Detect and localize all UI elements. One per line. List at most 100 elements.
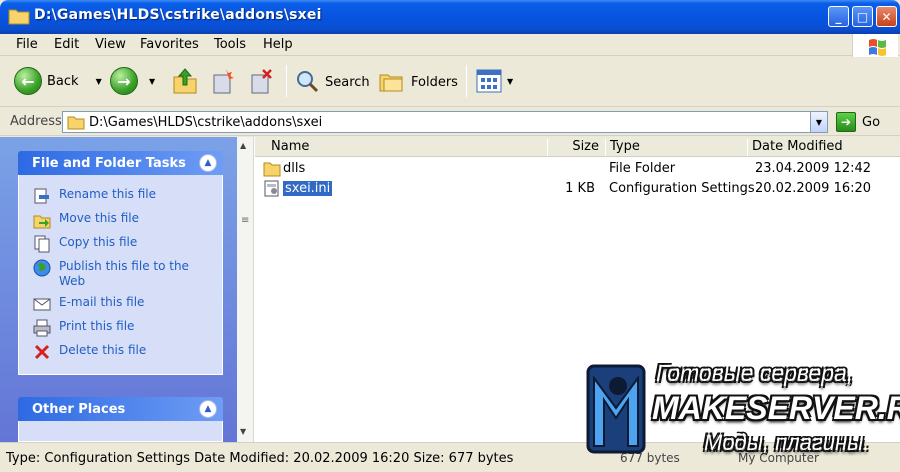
file-tasks-title: File and Folder Tasks [32, 156, 186, 171]
task-label: Delete this file [59, 343, 147, 357]
task-pane: File and Folder Tasks ▲ Rename this file… [0, 137, 237, 442]
menu-tools[interactable]: Tools [214, 37, 246, 52]
file-modified: 23.04.2009 12:42 [755, 161, 872, 176]
views-button[interactable]: ▼ [476, 69, 513, 93]
file-name: dlls [283, 161, 306, 176]
file-tasks-header[interactable]: File and Folder Tasks ▲ [18, 151, 223, 175]
email-icon [33, 298, 51, 311]
delete-button[interactable] [248, 67, 274, 95]
folder-icon [67, 116, 85, 130]
address-bar: Address D:\Games\HLDS\cstrike\addons\sxe… [0, 108, 900, 136]
chevron-down-icon[interactable]: ▼ [507, 77, 513, 86]
menu-favorites[interactable]: Favorites [140, 37, 199, 52]
file-type: File Folder [609, 161, 676, 176]
task-label: Rename this file [59, 187, 157, 201]
toolbar: ← Back ▼ → ▼ Search Folders ▼ [0, 57, 900, 107]
address-label: Address [10, 114, 62, 129]
search-icon [297, 71, 319, 93]
scroll-up-icon[interactable]: ▲ [240, 141, 246, 150]
forward-arrow-icon: → [110, 67, 138, 95]
other-places-header[interactable]: Other Places ▲ [18, 397, 223, 421]
status-text: Type: Configuration Settings Date Modifi… [6, 451, 514, 466]
folders-button[interactable]: Folders [378, 69, 458, 95]
copy-icon [34, 235, 50, 253]
file-modified: 20.02.2009 16:20 [755, 181, 872, 196]
search-label: Search [325, 74, 370, 90]
printer-icon [33, 319, 51, 337]
file-type: Configuration Settings [609, 181, 755, 196]
menu-help[interactable]: Help [263, 37, 293, 52]
task-label: Move this file [59, 211, 139, 225]
chevron-down-icon[interactable]: ▼ [149, 77, 155, 86]
address-input[interactable]: D:\Games\HLDS\cstrike\addons\sxei ▼ [62, 111, 828, 133]
window-title: D:\Games\HLDS\cstrike\addons\sxei [34, 7, 322, 23]
column-header-row: Name Size Type Date Modified [255, 137, 900, 157]
title-bar[interactable]: D:\Games\HLDS\cstrike\addons\sxei _ □ ✕ [0, 0, 900, 34]
column-date-modified[interactable]: Date Modified [747, 139, 900, 156]
watermark-line-1: Готовые сервера, [656, 360, 854, 386]
go-label: Go [862, 114, 881, 130]
watermark-line-2: MAKESERVER.RU [652, 390, 900, 426]
go-arrow-icon: ➔ [836, 112, 856, 132]
close-button[interactable]: ✕ [876, 6, 897, 27]
task-move[interactable]: Move this file [33, 211, 209, 229]
folder-icon [8, 9, 30, 25]
task-publish[interactable]: Publish this file to the Web [33, 259, 209, 289]
go-button[interactable]: ➔ Go [836, 112, 880, 132]
other-places-panel [18, 421, 223, 442]
file-tasks-panel: Rename this file Move this file Copy thi… [18, 175, 223, 375]
new-folder-button[interactable] [210, 67, 236, 95]
maximize-button[interactable]: □ [852, 6, 873, 27]
selected-file-name: sxei.ini [283, 181, 333, 196]
task-email[interactable]: E-mail this file [33, 295, 209, 313]
up-folder-button[interactable] [172, 67, 198, 95]
move-icon [33, 215, 51, 229]
folders-icon [379, 74, 403, 92]
task-label: Copy this file [59, 235, 138, 249]
views-icon [476, 69, 502, 93]
folders-label: Folders [411, 74, 458, 90]
column-size[interactable]: Size [547, 139, 605, 156]
task-label: Publish this file to the Web [59, 259, 189, 288]
scroll-down-icon[interactable]: ▼ [240, 427, 246, 436]
address-value: D:\Games\HLDS\cstrike\addons\sxei [89, 115, 323, 130]
forward-button[interactable]: → ▼ [110, 67, 155, 95]
minimize-button[interactable]: _ [828, 6, 849, 27]
file-row[interactable]: dlls File Folder 23.04.2009 12:42 [255, 159, 900, 179]
watermark-emblem-icon [586, 364, 646, 454]
globe-icon [33, 259, 51, 277]
watermark: Готовые сервера, MAKESERVER.RU Моды, пла… [578, 352, 900, 462]
task-delete[interactable]: Delete this file [33, 343, 209, 361]
address-dropdown[interactable]: ▼ [810, 112, 827, 132]
task-label: Print this file [59, 319, 135, 333]
move-to-icon [213, 69, 234, 94]
collapse-up-icon[interactable]: ▲ [199, 400, 217, 418]
task-rename[interactable]: Rename this file [33, 187, 209, 205]
file-row[interactable]: sxei.ini 1 KB Configuration Settings 20.… [255, 179, 900, 199]
vertical-scrollbar[interactable]: ▲ ≡ ▼ [237, 137, 254, 442]
delete-icon [34, 344, 50, 360]
menu-edit[interactable]: Edit [54, 37, 79, 52]
toolbar-separator [286, 65, 287, 97]
back-arrow-icon: ← [14, 67, 42, 95]
menu-bar: File Edit View Favorites Tools Help [0, 34, 900, 56]
rename-icon [34, 188, 49, 204]
task-copy[interactable]: Copy this file [33, 235, 209, 253]
collapse-up-icon[interactable]: ▲ [199, 154, 217, 172]
splitter-grip-icon[interactable]: ≡ [241, 215, 249, 226]
menu-view[interactable]: View [95, 37, 126, 52]
chevron-down-icon[interactable]: ▼ [96, 77, 102, 86]
toolbar-separator [466, 65, 467, 97]
task-print[interactable]: Print this file [33, 319, 209, 337]
ini-file-icon [264, 180, 279, 197]
up-folder-icon [173, 68, 197, 94]
column-type[interactable]: Type [605, 139, 747, 156]
copy-to-icon [251, 69, 272, 94]
search-button[interactable]: Search [294, 69, 370, 95]
column-name[interactable]: Name [267, 139, 547, 156]
task-label: E-mail this file [59, 295, 145, 309]
menu-file[interactable]: File [16, 37, 38, 52]
other-places-title: Other Places [32, 402, 126, 417]
chevron-down-icon: ▼ [815, 117, 823, 127]
back-button[interactable]: ← Back ▼ [14, 67, 102, 95]
